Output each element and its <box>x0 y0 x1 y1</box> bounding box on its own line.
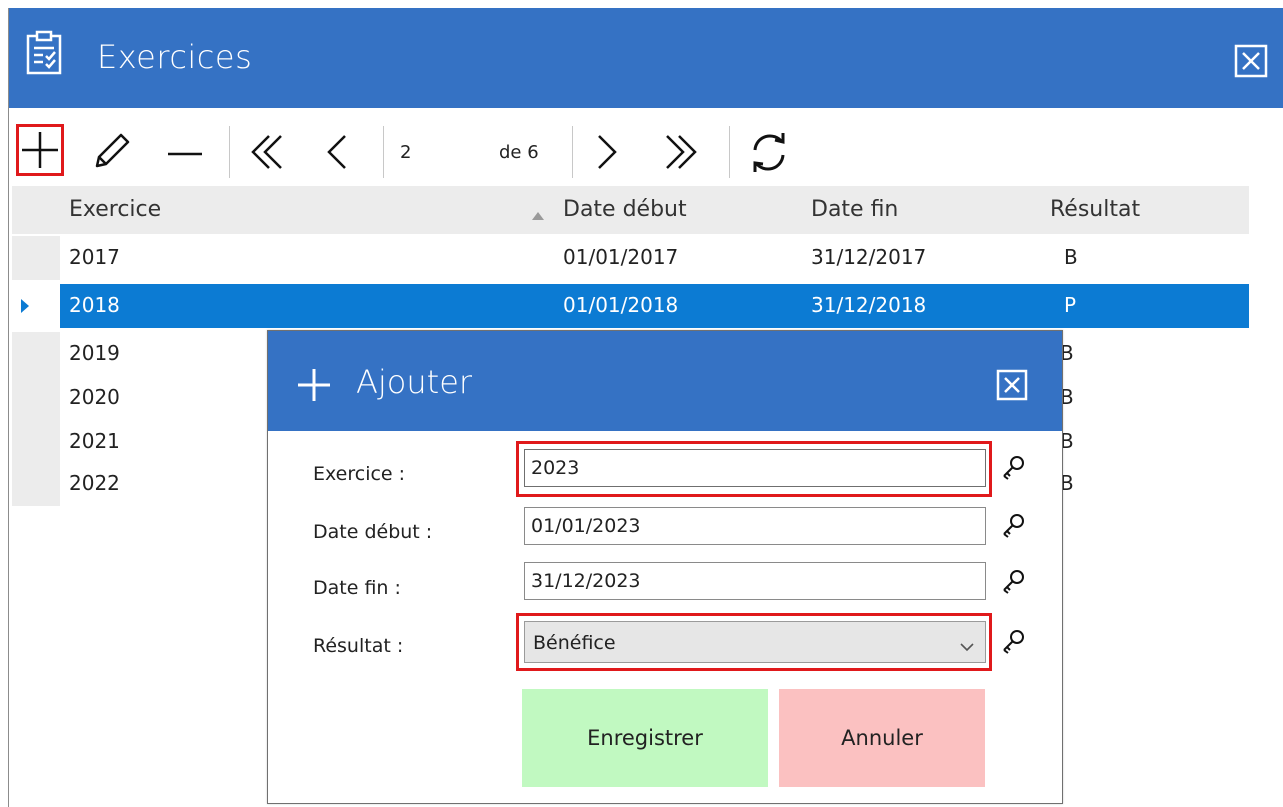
cancel-button[interactable]: Annuler <box>779 689 985 787</box>
minus-icon[interactable] <box>165 130 205 178</box>
table-row-selected[interactable]: 2018 01/01/2018 31/12/2018 P <box>12 284 1249 328</box>
sort-ascending-icon <box>531 206 545 225</box>
chevron-left-icon[interactable] <box>321 130 355 178</box>
cell-exercice: 2019 <box>69 341 120 365</box>
save-button[interactable]: Enregistrer <box>522 689 768 787</box>
double-chevron-right-icon[interactable] <box>657 130 701 178</box>
double-chevron-left-icon[interactable] <box>247 130 291 178</box>
cell-exercice: 2021 <box>69 429 120 453</box>
page-current[interactable]: 2 <box>400 142 411 163</box>
window-titlebar: Exercices <box>9 8 1283 108</box>
column-header-date-fin[interactable]: Date fin <box>811 197 898 222</box>
chevron-down-icon <box>959 636 975 658</box>
grid-header: Exercice Date début Date fin Résultat <box>12 186 1249 234</box>
cell-resultat: B <box>1064 245 1078 269</box>
chevron-right-icon[interactable] <box>589 130 623 178</box>
cell-date-debut: 01/01/2018 <box>563 293 679 317</box>
dialog-close-icon[interactable] <box>996 369 1028 405</box>
dialog-titlebar: Ajouter <box>268 331 1062 431</box>
pencil-icon[interactable] <box>89 128 135 178</box>
cell-resultat: P <box>1064 293 1077 317</box>
key-icon[interactable] <box>999 627 1027 659</box>
key-icon[interactable] <box>999 511 1027 543</box>
date-debut-label: Date début : <box>313 521 433 543</box>
key-icon[interactable] <box>999 453 1027 485</box>
toolbar: 2 de 6 <box>9 116 1283 188</box>
column-header-exercice[interactable]: Exercice <box>69 197 161 222</box>
column-header-date-debut[interactable]: Date début <box>563 197 687 222</box>
exercice-input[interactable] <box>524 449 986 487</box>
cell-exercice: 2018 <box>69 293 120 317</box>
cell-exercice: 2022 <box>69 471 120 495</box>
key-icon[interactable] <box>999 567 1027 599</box>
cell-date-fin: 31/12/2018 <box>811 293 927 317</box>
cell-date-fin: 31/12/2017 <box>811 245 927 269</box>
refresh-icon[interactable] <box>745 128 793 180</box>
cell-date-debut: 01/01/2017 <box>563 245 679 269</box>
window-title: Exercices <box>97 38 253 76</box>
cell-exercice: 2020 <box>69 385 120 409</box>
close-icon[interactable] <box>1234 44 1268 78</box>
date-debut-input[interactable] <box>524 507 986 545</box>
resultat-select-value: Bénéfice <box>533 632 616 654</box>
table-row[interactable]: 2017 01/01/2017 31/12/2017 B <box>12 236 1249 280</box>
resultat-label: Résultat : <box>313 635 404 657</box>
date-fin-label: Date fin : <box>313 577 401 599</box>
row-pointer-icon <box>21 299 29 313</box>
date-fin-input[interactable] <box>524 562 986 600</box>
page-total-label: de 6 <box>499 142 539 163</box>
add-dialog: Ajouter Exercice : Date début : <box>267 330 1063 804</box>
column-header-resultat[interactable]: Résultat <box>1050 197 1140 222</box>
add-button[interactable] <box>16 124 64 180</box>
exercices-window: Exercices 2 de 6 Exercice Date début Dat… <box>8 8 1283 807</box>
resultat-select[interactable]: Bénéfice <box>524 621 986 663</box>
cell-exercice: 2017 <box>69 245 120 269</box>
dialog-title: Ajouter <box>356 363 473 401</box>
clipboard-check-icon <box>25 30 63 80</box>
plus-icon <box>296 367 332 407</box>
exercice-label: Exercice : <box>313 463 406 485</box>
